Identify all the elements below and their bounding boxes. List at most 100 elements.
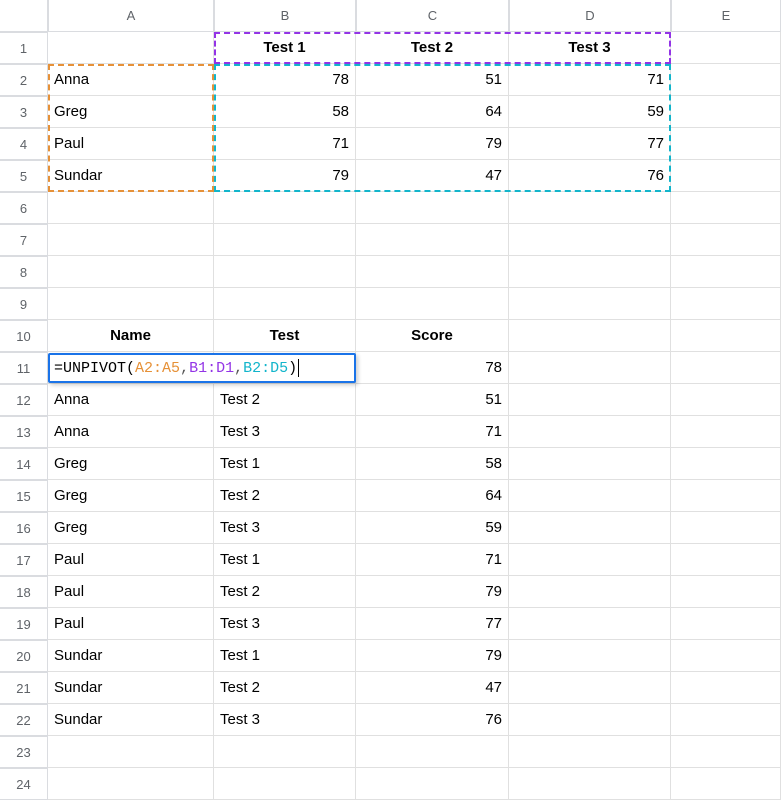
select-all-corner[interactable] — [0, 0, 48, 32]
cell-D1[interactable]: Test 3 — [509, 32, 671, 64]
cell-C12[interactable]: 51 — [356, 384, 509, 416]
cell-E1[interactable] — [671, 32, 781, 64]
cell-D17[interactable] — [509, 544, 671, 576]
cell-A9[interactable] — [48, 288, 214, 320]
cell-E18[interactable] — [671, 576, 781, 608]
cell-C21[interactable]: 47 — [356, 672, 509, 704]
cell-D8[interactable] — [509, 256, 671, 288]
row-header-1[interactable]: 1 — [0, 32, 48, 64]
cell-C23[interactable] — [356, 736, 509, 768]
row-header-10[interactable]: 10 — [0, 320, 48, 352]
cell-D14[interactable] — [509, 448, 671, 480]
row-header-15[interactable]: 15 — [0, 480, 48, 512]
cell-E23[interactable] — [671, 736, 781, 768]
cell-A8[interactable] — [48, 256, 214, 288]
cell-E4[interactable] — [671, 128, 781, 160]
cell-E17[interactable] — [671, 544, 781, 576]
row-header-12[interactable]: 12 — [0, 384, 48, 416]
cell-B13[interactable]: Test 3 — [214, 416, 356, 448]
row-header-2[interactable]: 2 — [0, 64, 48, 96]
row-header-7[interactable]: 7 — [0, 224, 48, 256]
cell-A2[interactable]: Anna — [48, 64, 214, 96]
cell-D21[interactable] — [509, 672, 671, 704]
cell-C3[interactable]: 64 — [356, 96, 509, 128]
cell-B12[interactable]: Test 2 — [214, 384, 356, 416]
cell-E6[interactable] — [671, 192, 781, 224]
cell-E5[interactable] — [671, 160, 781, 192]
cell-C18[interactable]: 79 — [356, 576, 509, 608]
cell-B16[interactable]: Test 3 — [214, 512, 356, 544]
cell-D7[interactable] — [509, 224, 671, 256]
cell-B1[interactable]: Test 1 — [214, 32, 356, 64]
cell-B5[interactable]: 79 — [214, 160, 356, 192]
cell-C4[interactable]: 79 — [356, 128, 509, 160]
cell-C5[interactable]: 47 — [356, 160, 509, 192]
cell-C16[interactable]: 59 — [356, 512, 509, 544]
row-header-11[interactable]: 11 — [0, 352, 48, 384]
cell-A21[interactable]: Sundar — [48, 672, 214, 704]
row-header-16[interactable]: 16 — [0, 512, 48, 544]
cell-D16[interactable] — [509, 512, 671, 544]
cell-D3[interactable]: 59 — [509, 96, 671, 128]
cell-B20[interactable]: Test 1 — [214, 640, 356, 672]
cell-C22[interactable]: 76 — [356, 704, 509, 736]
row-header-21[interactable]: 21 — [0, 672, 48, 704]
cell-D19[interactable] — [509, 608, 671, 640]
cell-C10[interactable]: Score — [356, 320, 509, 352]
col-header-D[interactable]: D — [509, 0, 671, 32]
row-header-13[interactable]: 13 — [0, 416, 48, 448]
cell-E20[interactable] — [671, 640, 781, 672]
cell-B2[interactable]: 78 — [214, 64, 356, 96]
cell-B22[interactable]: Test 3 — [214, 704, 356, 736]
cell-B3[interactable]: 58 — [214, 96, 356, 128]
cell-D9[interactable] — [509, 288, 671, 320]
cell-A19[interactable]: Paul — [48, 608, 214, 640]
col-header-E[interactable]: E — [671, 0, 781, 32]
cell-A12[interactable]: Anna — [48, 384, 214, 416]
cell-E22[interactable] — [671, 704, 781, 736]
cell-D13[interactable] — [509, 416, 671, 448]
cell-B10[interactable]: Test — [214, 320, 356, 352]
cell-B4[interactable]: 71 — [214, 128, 356, 160]
cell-A15[interactable]: Greg — [48, 480, 214, 512]
cell-C14[interactable]: 58 — [356, 448, 509, 480]
cell-A16[interactable]: Greg — [48, 512, 214, 544]
cell-A24[interactable] — [48, 768, 214, 800]
cell-D18[interactable] — [509, 576, 671, 608]
cell-E13[interactable] — [671, 416, 781, 448]
cell-B18[interactable]: Test 2 — [214, 576, 356, 608]
cell-B17[interactable]: Test 1 — [214, 544, 356, 576]
cell-E2[interactable] — [671, 64, 781, 96]
cell-E3[interactable] — [671, 96, 781, 128]
cell-C6[interactable] — [356, 192, 509, 224]
cell-E19[interactable] — [671, 608, 781, 640]
cell-C24[interactable] — [356, 768, 509, 800]
cell-B14[interactable]: Test 1 — [214, 448, 356, 480]
cell-A10[interactable]: Name — [48, 320, 214, 352]
cell-E21[interactable] — [671, 672, 781, 704]
cell-B8[interactable] — [214, 256, 356, 288]
cell-C20[interactable]: 79 — [356, 640, 509, 672]
cell-C8[interactable] — [356, 256, 509, 288]
cell-E24[interactable] — [671, 768, 781, 800]
row-header-18[interactable]: 18 — [0, 576, 48, 608]
row-header-23[interactable]: 23 — [0, 736, 48, 768]
cell-A20[interactable]: Sundar — [48, 640, 214, 672]
cell-D10[interactable] — [509, 320, 671, 352]
row-header-8[interactable]: 8 — [0, 256, 48, 288]
cell-C1[interactable]: Test 2 — [356, 32, 509, 64]
cell-C7[interactable] — [356, 224, 509, 256]
col-header-B[interactable]: B — [214, 0, 356, 32]
col-header-C[interactable]: C — [356, 0, 509, 32]
cell-E9[interactable] — [671, 288, 781, 320]
cell-E12[interactable] — [671, 384, 781, 416]
cell-A18[interactable]: Paul — [48, 576, 214, 608]
cell-B7[interactable] — [214, 224, 356, 256]
row-header-4[interactable]: 4 — [0, 128, 48, 160]
row-header-17[interactable]: 17 — [0, 544, 48, 576]
row-header-9[interactable]: 9 — [0, 288, 48, 320]
cell-C11[interactable]: 78 — [356, 352, 509, 384]
cell-C13[interactable]: 71 — [356, 416, 509, 448]
cell-E16[interactable] — [671, 512, 781, 544]
cell-C15[interactable]: 64 — [356, 480, 509, 512]
